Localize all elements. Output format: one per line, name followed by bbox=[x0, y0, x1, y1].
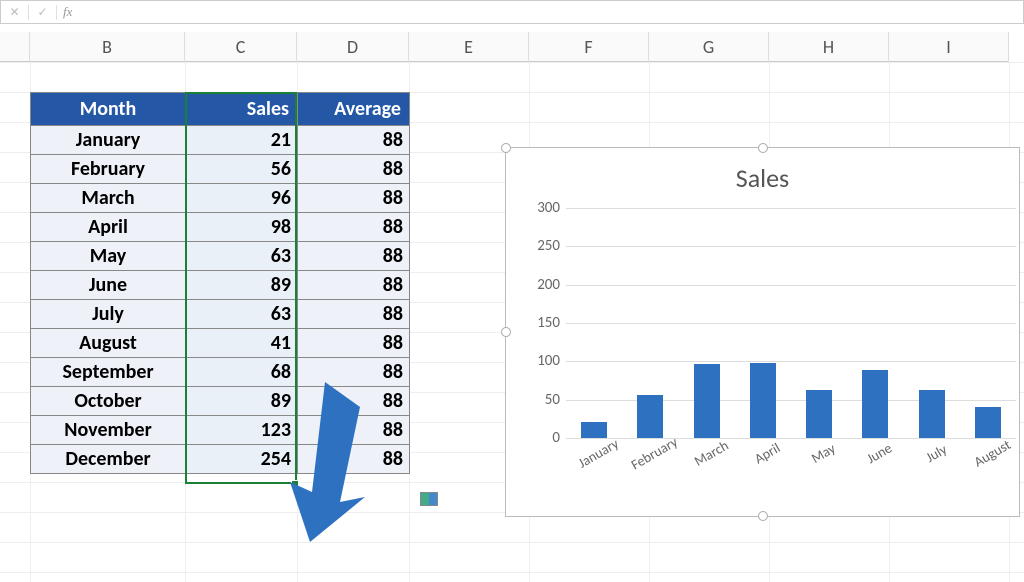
cell-month[interactable]: October bbox=[31, 387, 186, 416]
table-row[interactable]: July6388 bbox=[31, 300, 410, 329]
chart-bar[interactable] bbox=[694, 364, 720, 438]
cell-month[interactable]: June bbox=[31, 271, 186, 300]
chart-resize-handle[interactable] bbox=[758, 511, 768, 521]
worksheet[interactable]: Month Sales Average January2188February5… bbox=[0, 62, 1024, 582]
table-row[interactable]: December25488 bbox=[31, 445, 410, 474]
col-header[interactable]: I bbox=[889, 32, 1009, 62]
cell-month[interactable]: September bbox=[31, 358, 186, 387]
header-month[interactable]: Month bbox=[31, 93, 186, 126]
table-header-row: Month Sales Average bbox=[31, 93, 410, 126]
col-header[interactable]: F bbox=[529, 32, 649, 62]
chart-bar[interactable] bbox=[919, 390, 945, 438]
table-row[interactable]: September6888 bbox=[31, 358, 410, 387]
chart-bar[interactable] bbox=[581, 422, 607, 438]
col-header[interactable]: C bbox=[185, 32, 297, 62]
cell-average[interactable]: 88 bbox=[298, 184, 410, 213]
cell-sales[interactable]: 89 bbox=[186, 271, 298, 300]
cell-month[interactable]: April bbox=[31, 213, 186, 242]
cell-sales[interactable]: 89 bbox=[186, 387, 298, 416]
cell-month[interactable]: January bbox=[31, 126, 186, 155]
chart-bar[interactable] bbox=[750, 363, 776, 438]
cell-average[interactable]: 88 bbox=[298, 242, 410, 271]
cell-average[interactable]: 88 bbox=[298, 271, 410, 300]
cell-sales[interactable]: 254 bbox=[186, 445, 298, 474]
chart-bar[interactable] bbox=[637, 395, 663, 438]
y-axis-tick: 100 bbox=[537, 352, 560, 370]
cell-sales[interactable]: 98 bbox=[186, 213, 298, 242]
cell-sales[interactable]: 41 bbox=[186, 329, 298, 358]
col-header[interactable]: D bbox=[297, 32, 409, 62]
cell-average[interactable]: 88 bbox=[298, 416, 410, 445]
table-row[interactable]: January2188 bbox=[31, 126, 410, 155]
cell-month[interactable]: August bbox=[31, 329, 186, 358]
chart-plot-area[interactable]: 050100150200250300 bbox=[566, 208, 1016, 438]
chart-resize-handle[interactable] bbox=[501, 143, 511, 153]
chart-bar[interactable] bbox=[975, 407, 1001, 438]
table-row[interactable]: April9888 bbox=[31, 213, 410, 242]
header-average[interactable]: Average bbox=[298, 93, 410, 126]
col-header[interactable]: H bbox=[769, 32, 889, 62]
cell-average[interactable]: 88 bbox=[298, 329, 410, 358]
fx-icon[interactable]: fx bbox=[57, 4, 78, 20]
table-row[interactable]: February5688 bbox=[31, 155, 410, 184]
col-header[interactable]: B bbox=[30, 32, 185, 62]
y-axis-tick: 250 bbox=[537, 237, 560, 255]
formula-bar: ✕ ✓ fx bbox=[0, 0, 1024, 24]
quick-analysis-icon[interactable] bbox=[420, 492, 438, 506]
header-sales[interactable]: Sales bbox=[186, 93, 298, 126]
column-headers: B C D E F G H I bbox=[0, 32, 1024, 62]
cell-average[interactable]: 88 bbox=[298, 155, 410, 184]
table-row[interactable]: March9688 bbox=[31, 184, 410, 213]
cell-sales[interactable]: 68 bbox=[186, 358, 298, 387]
confirm-button[interactable]: ✓ bbox=[29, 5, 57, 20]
table-row[interactable]: August4188 bbox=[31, 329, 410, 358]
cell-sales[interactable]: 96 bbox=[186, 184, 298, 213]
cell-month[interactable]: February bbox=[31, 155, 186, 184]
cell-month[interactable]: July bbox=[31, 300, 186, 329]
cell-average[interactable]: 88 bbox=[298, 387, 410, 416]
y-axis-tick: 200 bbox=[537, 276, 560, 294]
table-row[interactable]: November12388 bbox=[31, 416, 410, 445]
cell-sales[interactable]: 63 bbox=[186, 242, 298, 271]
col-header-corner[interactable] bbox=[0, 32, 30, 62]
cell-sales[interactable]: 63 bbox=[186, 300, 298, 329]
y-axis-tick: 150 bbox=[537, 314, 560, 332]
cell-average[interactable]: 88 bbox=[298, 126, 410, 155]
formula-input[interactable] bbox=[78, 1, 1023, 23]
cell-sales[interactable]: 123 bbox=[186, 416, 298, 445]
cell-average[interactable]: 88 bbox=[298, 213, 410, 242]
cell-sales[interactable]: 21 bbox=[186, 126, 298, 155]
fill-handle[interactable] bbox=[291, 480, 299, 488]
cell-month[interactable]: December bbox=[31, 445, 186, 474]
cell-average[interactable]: 88 bbox=[298, 445, 410, 474]
chart-resize-handle[interactable] bbox=[758, 143, 768, 153]
cell-month[interactable]: May bbox=[31, 242, 186, 271]
cell-month[interactable]: November bbox=[31, 416, 186, 445]
y-axis-tick: 0 bbox=[552, 429, 560, 447]
chart-resize-handle[interactable] bbox=[501, 327, 511, 337]
chart-bar[interactable] bbox=[862, 370, 888, 438]
chart-object[interactable]: Sales 050100150200250300 JanuaryFebruary… bbox=[505, 147, 1020, 517]
table-row[interactable]: June8988 bbox=[31, 271, 410, 300]
cell-average[interactable]: 88 bbox=[298, 358, 410, 387]
data-table[interactable]: Month Sales Average January2188February5… bbox=[30, 92, 410, 474]
cancel-button[interactable]: ✕ bbox=[1, 5, 29, 20]
chart-title[interactable]: Sales bbox=[506, 148, 1019, 198]
col-header[interactable]: E bbox=[409, 32, 529, 62]
cell-average[interactable]: 88 bbox=[298, 300, 410, 329]
table-row[interactable]: October8988 bbox=[31, 387, 410, 416]
col-header[interactable]: G bbox=[649, 32, 769, 62]
table-row[interactable]: May6388 bbox=[31, 242, 410, 271]
cell-sales[interactable]: 56 bbox=[186, 155, 298, 184]
cell-month[interactable]: March bbox=[31, 184, 186, 213]
y-axis-tick: 50 bbox=[545, 391, 560, 409]
y-axis-tick: 300 bbox=[537, 199, 560, 217]
chart-bar[interactable] bbox=[806, 390, 832, 438]
